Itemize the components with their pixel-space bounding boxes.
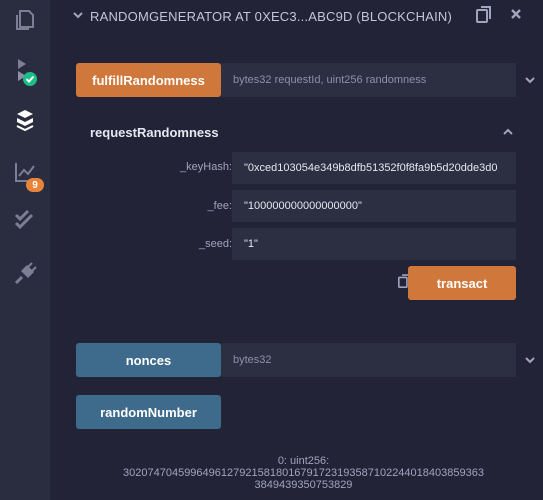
- instance-header[interactable]: RANDOMGENERATOR AT 0XEC3...ABC9D (BLOCKC…: [64, 0, 543, 32]
- requestrandomness-title: requestRandomness: [90, 125, 219, 140]
- seed-input[interactable]: "1": [232, 228, 516, 260]
- fee-label: _fee:: [207, 200, 232, 212]
- output-type: 0: uint256:: [277, 455, 330, 467]
- file-explorer-icon[interactable]: [0, 0, 50, 40]
- randomnumber-button[interactable]: randomNumber: [76, 395, 221, 429]
- call-output: 0: uint256: 3020747045996496127921581801…: [64, 455, 543, 491]
- test-icon[interactable]: [0, 200, 50, 240]
- close-icon[interactable]: [510, 8, 522, 20]
- transact-button[interactable]: transact: [408, 266, 516, 300]
- chevron-down-icon[interactable]: [524, 74, 536, 86]
- fulfillrandomness-params-input[interactable]: bytes32 requestId, uint256 randomness: [221, 63, 516, 97]
- copy-icon[interactable]: [476, 6, 492, 24]
- fulfillrandomness-button[interactable]: fulfillRandomness: [76, 63, 221, 97]
- output-value-line-1: 3020747045996496127921581801679172319358…: [123, 467, 484, 479]
- requestrandomness-expanded-panel: requestRandomness _keyHash: "0xced103054…: [76, 114, 522, 314]
- analysis-badge: 9: [26, 178, 44, 192]
- function-row-randomnumber: randomNumber: [76, 395, 516, 429]
- function-row-fulfillrandomness: fulfillRandomness bytes32 requestId, uin…: [76, 63, 535, 97]
- compiler-icon[interactable]: [0, 52, 50, 92]
- keyhash-label: _keyHash:: [180, 161, 232, 173]
- seed-label: _seed:: [198, 238, 232, 250]
- chevron-down-icon[interactable]: [524, 354, 536, 366]
- nonces-params-input[interactable]: bytes32: [221, 343, 516, 377]
- instance-title: RANDOMGENERATOR AT 0XEC3...ABC9D (BLOCKC…: [90, 9, 452, 24]
- deploy-run-icon[interactable]: [0, 100, 50, 140]
- plugin-icon[interactable]: [0, 254, 50, 294]
- function-row-nonces: nonces bytes32: [76, 343, 535, 377]
- icon-sidebar: 9: [0, 0, 50, 500]
- fee-input[interactable]: "100000000000000000": [232, 190, 516, 222]
- chevron-up-icon[interactable]: [502, 126, 514, 138]
- keyhash-input[interactable]: "0xced103054e349b8dfb51352f0f8fa9b5d20dd…: [232, 152, 516, 184]
- output-value-line-2: 3849439350753829: [254, 479, 353, 491]
- nonces-button[interactable]: nonces: [76, 343, 221, 377]
- contract-instance-panel: RANDOMGENERATOR AT 0XEC3...ABC9D (BLOCKC…: [64, 0, 543, 500]
- chevron-down-icon[interactable]: [72, 9, 84, 21]
